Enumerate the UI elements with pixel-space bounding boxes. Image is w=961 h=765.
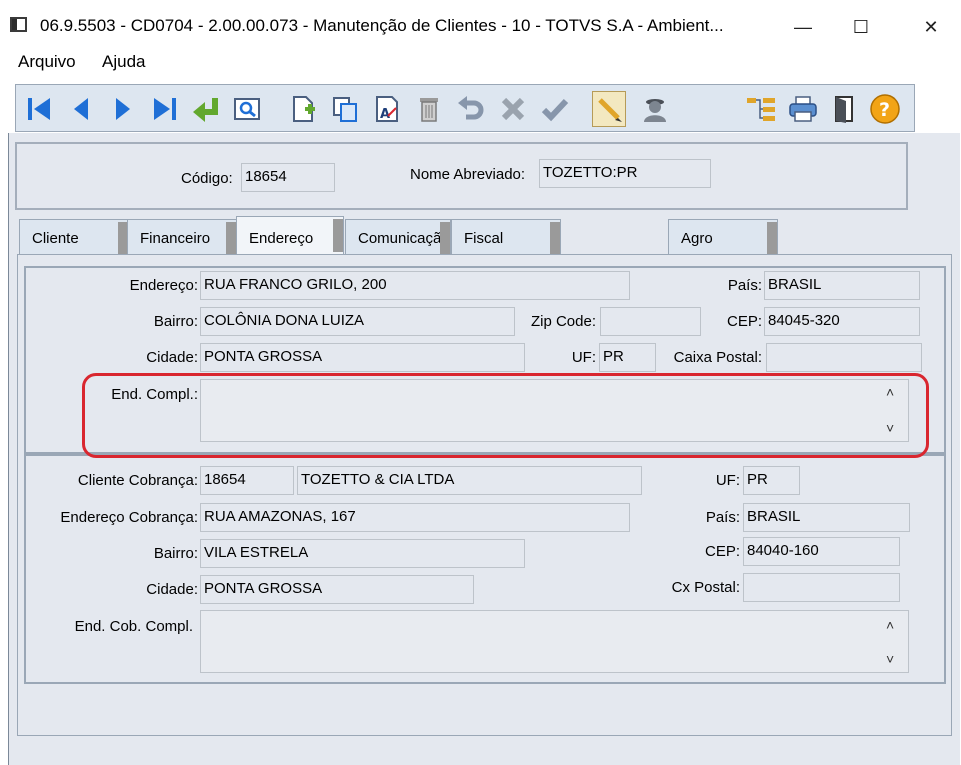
previous-icon — [74, 98, 88, 120]
endereco-field[interactable]: RUA FRANCO GRILO, 200 — [200, 271, 630, 300]
app-icon — [10, 17, 27, 32]
cancel-button[interactable] — [496, 91, 530, 127]
tab-agro[interactable]: Agro — [668, 219, 778, 254]
edit-text-icon: A — [376, 96, 398, 122]
undo-button[interactable] — [454, 91, 488, 127]
last-record-button[interactable] — [148, 91, 182, 127]
cidade-label: Cidade: — [146, 349, 198, 366]
title-bar: 06.9.5503 - CD0704 - 2.00.00.073 - Manut… — [0, 0, 961, 44]
tree-structure-icon — [747, 98, 775, 121]
bairro-field[interactable]: COLÔNIA DONA LUIZA — [200, 307, 515, 336]
uf-cobranca-field[interactable]: PR — [743, 466, 800, 495]
user-button[interactable] — [638, 91, 672, 127]
endereco-label: Endereço: — [129, 277, 198, 294]
cliente-cobranca-label: Cliente Cobrança: — [77, 472, 198, 489]
endereco-cobranca-label: Endereço Cobrança: — [60, 509, 198, 526]
pencil-icon — [598, 98, 622, 122]
tab-cliente[interactable]: Cliente — [19, 219, 129, 254]
cidade-cobranca-field[interactable]: PONTA GROSSA — [200, 575, 474, 604]
svg-text:?: ? — [879, 99, 890, 121]
first-record-button[interactable] — [22, 91, 56, 127]
delete-record-button[interactable] — [412, 91, 446, 127]
previous-record-button[interactable] — [64, 91, 98, 127]
bairro-cobranca-field[interactable]: VILA ESTRELA — [200, 539, 525, 568]
cidade-cobranca-label: Cidade: — [146, 581, 198, 598]
printer-icon — [789, 96, 817, 122]
uf-label: UF: — [571, 349, 596, 366]
pais-label: País: — [727, 277, 762, 294]
window-title: 06.9.5503 - CD0704 - 2.00.00.073 - Manut… — [40, 16, 724, 35]
search-button[interactable] — [230, 91, 264, 127]
cep-label: CEP: — [726, 313, 762, 330]
zip-code-field[interactable] — [600, 307, 701, 336]
end-cob-compl-textarea[interactable] — [200, 610, 909, 673]
cep-field[interactable]: 84045-320 — [764, 307, 920, 336]
help-icon: ? — [870, 94, 900, 124]
print-button[interactable] — [786, 91, 820, 127]
scroll-down-icon[interactable]: ˅ — [886, 651, 894, 667]
annotation-button[interactable] — [592, 91, 626, 127]
check-icon — [541, 98, 569, 122]
cep-cobranca-field[interactable]: 84040-160 — [743, 537, 900, 566]
exit-button[interactable] — [828, 91, 862, 127]
search-icon — [234, 98, 260, 120]
pais-cobranca-label: País: — [705, 509, 740, 526]
menu-arquivo[interactable]: Arquivo — [18, 52, 76, 72]
bairro-label: Bairro: — [153, 313, 198, 330]
copy-icon — [333, 97, 357, 122]
cliente-cobranca-nome-field[interactable]: TOZETTO & CIA LTDA — [297, 466, 642, 495]
tab-endereco[interactable]: Endereço — [236, 216, 344, 256]
copy-record-button[interactable] — [328, 91, 362, 127]
scroll-up-icon[interactable]: ˄ — [886, 617, 894, 633]
new-document-icon — [293, 96, 315, 122]
confirm-button[interactable] — [538, 91, 572, 127]
highlight-annotation — [82, 373, 929, 458]
end-cob-compl-label: End. Cob. Compl. — [74, 618, 193, 635]
uf-field[interactable]: PR — [599, 343, 656, 372]
codigo-field[interactable]: 18654 — [241, 163, 335, 192]
end-cob-compl-scrollbar[interactable]: ˄ ˅ — [880, 611, 910, 673]
edit-record-button[interactable]: A — [370, 91, 404, 127]
exit-door-icon — [835, 96, 853, 123]
cep-cobranca-label: CEP: — [704, 543, 740, 560]
maximize-button[interactable]: ☐ — [838, 10, 884, 44]
next-icon — [116, 98, 130, 120]
cancel-x-icon — [501, 97, 525, 121]
tab-financeiro[interactable]: Financeiro — [127, 219, 237, 254]
minimize-button[interactable]: — — [780, 10, 826, 44]
help-button[interactable]: ? — [868, 91, 902, 127]
nome-abreviado-field[interactable]: TOZETTO:PR — [539, 159, 711, 188]
cx-postal-label: Cx Postal: — [671, 579, 740, 596]
close-button[interactable]: ✕ — [908, 10, 954, 44]
trash-icon — [420, 98, 438, 122]
zip-code-label: Zip Code: — [530, 313, 596, 330]
pais-cobranca-field[interactable]: BRASIL — [743, 503, 910, 532]
caixa-postal-label: Caixa Postal: — [673, 349, 762, 366]
caixa-postal-field[interactable] — [766, 343, 922, 372]
bairro-cobranca-label: Bairro: — [153, 545, 198, 562]
cliente-cobranca-codigo-field[interactable]: 18654 — [200, 466, 294, 495]
cidade-field[interactable]: PONTA GROSSA — [200, 343, 525, 372]
last-record-icon — [154, 98, 176, 120]
pais-field[interactable]: BRASIL — [764, 271, 920, 300]
go-to-button[interactable] — [190, 91, 224, 127]
return-arrow-icon — [193, 98, 218, 122]
tab-comunicacao[interactable]: Comunicaçã — [345, 219, 451, 254]
cx-postal-field[interactable] — [743, 573, 900, 602]
first-record-icon — [28, 98, 50, 120]
user-icon — [644, 99, 666, 122]
add-record-button[interactable] — [286, 91, 320, 127]
next-record-button[interactable] — [106, 91, 140, 127]
endereco-cobranca-field[interactable]: RUA AMAZONAS, 167 — [200, 503, 630, 532]
menu-ajuda[interactable]: Ajuda — [102, 52, 145, 72]
codigo-label: Código: — [181, 170, 233, 187]
structure-button[interactable] — [744, 91, 778, 127]
tab-fiscal[interactable]: Fiscal — [451, 219, 561, 254]
nome-abreviado-label: Nome Abreviado: — [410, 166, 526, 183]
toolbar: A ? — [15, 84, 915, 132]
undo-icon — [458, 96, 484, 120]
uf-cobranca-label: UF: — [715, 472, 740, 489]
